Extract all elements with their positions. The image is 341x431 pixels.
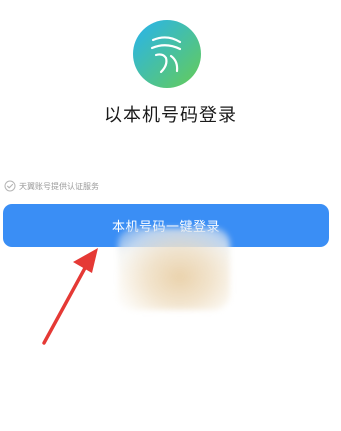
shield-check-icon bbox=[4, 180, 16, 192]
blurred-overlay bbox=[118, 228, 230, 310]
service-note-text: 天翼账号提供认证服务 bbox=[19, 181, 99, 191]
login-title: 以本机号码登录 bbox=[104, 105, 237, 126]
red-arrow-annotation-icon bbox=[42, 248, 98, 345]
app-logo-icon bbox=[133, 20, 201, 88]
service-note: 天翼账号提供认证服务 bbox=[4, 179, 99, 193]
